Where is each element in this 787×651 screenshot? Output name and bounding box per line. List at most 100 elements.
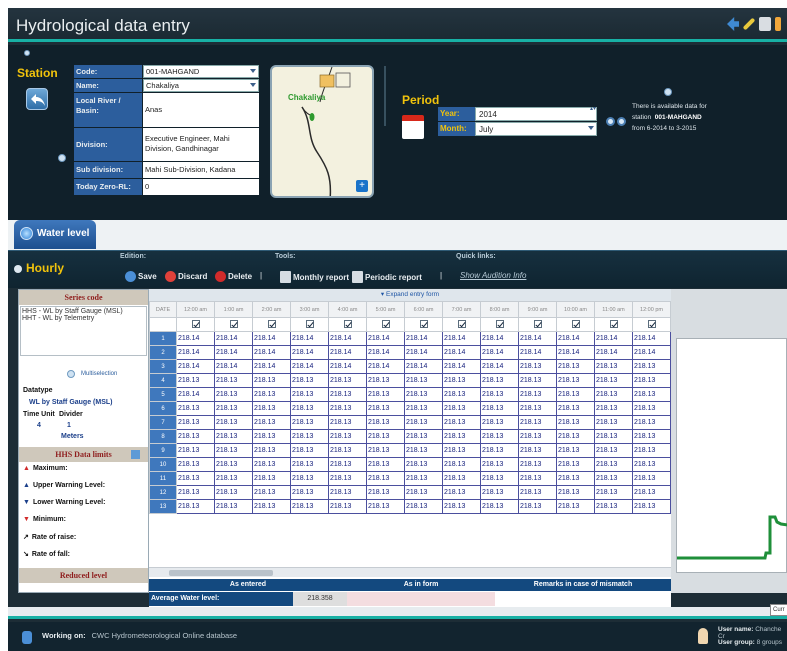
value-cell[interactable]: 218.13	[556, 443, 595, 458]
value-cell[interactable]: 218.13	[594, 387, 633, 402]
value-cell[interactable]: 218.13	[404, 373, 443, 388]
checkbox-icon[interactable]	[457, 319, 466, 328]
day-cell[interactable]: 11	[149, 471, 177, 486]
value-cell[interactable]: 218.13	[518, 359, 557, 374]
value-cell[interactable]: 218.13	[632, 373, 671, 388]
value-cell[interactable]: 218.13	[594, 429, 633, 444]
value-cell[interactable]: 218.13	[442, 471, 481, 486]
name-select[interactable]: Chakaliya	[143, 79, 259, 92]
value-cell[interactable]: 218.14	[366, 331, 405, 346]
value-cell[interactable]: 218.14	[366, 345, 405, 360]
multiselection-info-icon[interactable]	[67, 370, 75, 378]
station-map[interactable]: Chakaliya +	[270, 65, 374, 198]
monthly-report-button[interactable]: Monthly report	[280, 271, 349, 283]
value-cell[interactable]: 218.13	[366, 457, 405, 472]
map-zoom-plus-button[interactable]: +	[356, 180, 368, 192]
value-cell[interactable]: 218.13	[214, 457, 253, 472]
periodic-report-button[interactable]: Periodic report	[352, 271, 422, 283]
value-cell[interactable]: 218.13	[176, 499, 215, 514]
value-cell[interactable]: 218.13	[176, 415, 215, 430]
delete-button[interactable]: Delete	[215, 271, 252, 282]
value-cell[interactable]: 218.13	[328, 471, 367, 486]
station-info-icon[interactable]	[58, 154, 66, 162]
value-cell[interactable]: 218.13	[594, 457, 633, 472]
value-cell[interactable]: 218.14	[176, 345, 215, 360]
value-cell[interactable]: 218.13	[366, 373, 405, 388]
value-cell[interactable]: 218.13	[176, 457, 215, 472]
code-select[interactable]: 001-MAHGAND	[143, 65, 259, 78]
value-cell[interactable]: 218.13	[594, 471, 633, 486]
value-cell[interactable]: 218.13	[442, 373, 481, 388]
value-cell[interactable]: 218.13	[290, 401, 329, 416]
value-cell[interactable]: 218.13	[556, 485, 595, 500]
checkbox-icon[interactable]	[609, 319, 618, 328]
value-cell[interactable]: 218.13	[480, 471, 519, 486]
value-cell[interactable]: 218.14	[594, 345, 633, 360]
value-cell[interactable]: 218.13	[442, 401, 481, 416]
column-checkbox[interactable]	[214, 317, 253, 332]
value-cell[interactable]: 218.13	[290, 471, 329, 486]
value-cell[interactable]: 218.13	[252, 443, 291, 458]
value-cell[interactable]: 218.13	[366, 415, 405, 430]
value-cell[interactable]: 218.13	[328, 373, 367, 388]
value-cell[interactable]: 218.13	[404, 415, 443, 430]
value-cell[interactable]: 218.14	[290, 331, 329, 346]
value-cell[interactable]: 218.14	[328, 359, 367, 374]
value-cell[interactable]: 218.13	[404, 499, 443, 514]
go-icon[interactable]	[606, 117, 615, 126]
value-cell[interactable]: 218.13	[404, 471, 443, 486]
list-item[interactable]: HHT - WL by Telemetry	[22, 315, 145, 322]
value-cell[interactable]: 218.13	[556, 415, 595, 430]
value-cell[interactable]: 218.13	[632, 457, 671, 472]
value-cell[interactable]: 218.13	[252, 387, 291, 402]
back-arrow-icon[interactable]	[727, 17, 739, 31]
audition-info-link[interactable]: Show Audition Info	[460, 271, 526, 280]
value-cell[interactable]: 218.13	[252, 499, 291, 514]
value-cell[interactable]: 218.13	[366, 499, 405, 514]
value-cell[interactable]: 218.13	[290, 387, 329, 402]
day-cell[interactable]: 5	[149, 387, 177, 402]
discard-button[interactable]: Discard	[165, 271, 207, 282]
value-cell[interactable]: 218.13	[366, 429, 405, 444]
value-cell[interactable]: 218.13	[252, 401, 291, 416]
checkbox-icon[interactable]	[533, 319, 542, 328]
value-cell[interactable]: 218.14	[328, 331, 367, 346]
scroll-thumb[interactable]	[169, 570, 273, 576]
day-cell[interactable]: 12	[149, 485, 177, 500]
value-cell[interactable]: 218.13	[214, 443, 253, 458]
value-cell[interactable]: 218.13	[594, 415, 633, 430]
value-cell[interactable]: 218.13	[556, 429, 595, 444]
value-cell[interactable]: 218.13	[252, 457, 291, 472]
column-checkbox[interactable]	[252, 317, 291, 332]
value-cell[interactable]: 218.13	[518, 457, 557, 472]
checkbox-icon[interactable]	[267, 319, 276, 328]
value-cell[interactable]: 218.13	[594, 499, 633, 514]
value-cell[interactable]: 218.13	[594, 401, 633, 416]
value-cell[interactable]: 218.13	[632, 387, 671, 402]
value-cell[interactable]: 218.13	[290, 457, 329, 472]
value-cell[interactable]: 218.13	[328, 457, 367, 472]
checkbox-icon[interactable]	[419, 319, 428, 328]
value-cell[interactable]: 218.13	[556, 359, 595, 374]
value-cell[interactable]: 218.13	[480, 373, 519, 388]
column-checkbox[interactable]	[632, 317, 671, 332]
value-cell[interactable]: 218.13	[594, 373, 633, 388]
value-cell[interactable]: 218.13	[328, 499, 367, 514]
value-cell[interactable]: 218.13	[518, 429, 557, 444]
value-cell[interactable]: 218.13	[442, 443, 481, 458]
value-cell[interactable]: 218.14	[480, 359, 519, 374]
remarks-input[interactable]	[495, 592, 671, 606]
day-cell[interactable]: 10	[149, 457, 177, 472]
column-checkbox[interactable]	[290, 317, 329, 332]
column-checkbox[interactable]	[556, 317, 595, 332]
value-cell[interactable]: 218.13	[518, 499, 557, 514]
value-cell[interactable]: 218.14	[442, 345, 481, 360]
day-cell[interactable]: 4	[149, 373, 177, 388]
value-cell[interactable]: 218.13	[290, 373, 329, 388]
value-cell[interactable]: 218.13	[442, 485, 481, 500]
info-icon[interactable]	[24, 50, 30, 56]
value-cell[interactable]: 218.13	[290, 485, 329, 500]
value-cell[interactable]: 218.13	[404, 429, 443, 444]
value-cell[interactable]: 218.14	[442, 359, 481, 374]
value-cell[interactable]: 218.14	[404, 345, 443, 360]
